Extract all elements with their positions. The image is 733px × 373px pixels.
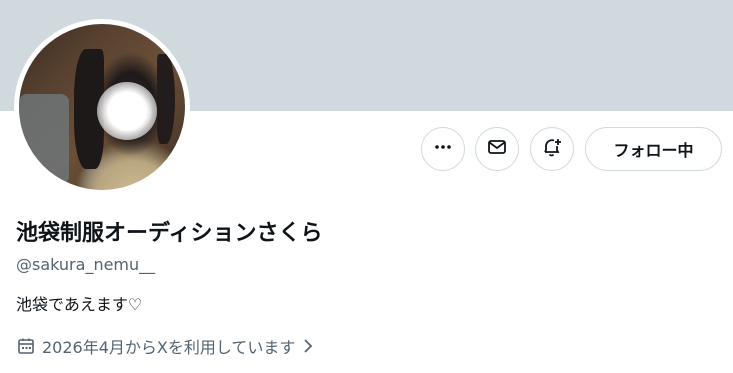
chevron-right-icon [301, 338, 315, 354]
notify-button[interactable] [530, 127, 574, 171]
avatar-face-blur [97, 82, 157, 140]
avatar[interactable] [19, 24, 185, 190]
following-label: フォロー中 [613, 141, 694, 160]
display-name: 池袋制服オーディションさくら [16, 221, 323, 246]
message-button[interactable] [475, 127, 519, 171]
more-button[interactable] [421, 127, 465, 171]
more-icon [433, 137, 453, 161]
calendar-icon [16, 336, 36, 356]
envelope-icon [487, 137, 507, 161]
joined-date-link[interactable]: 2026年4月からXを利用しています [16, 334, 315, 358]
following-button[interactable]: フォロー中 [585, 127, 722, 171]
avatar-frame [14, 19, 190, 195]
bell-plus-icon [541, 136, 563, 162]
user-handle: @sakura_nemu__ [16, 255, 156, 274]
avatar-photo-detail [19, 94, 69, 184]
joined-date-text: 2026年4月からXを利用しています [42, 338, 296, 357]
avatar-photo-detail [157, 54, 175, 144]
profile-bio: 池袋であえます♡ [16, 295, 143, 314]
